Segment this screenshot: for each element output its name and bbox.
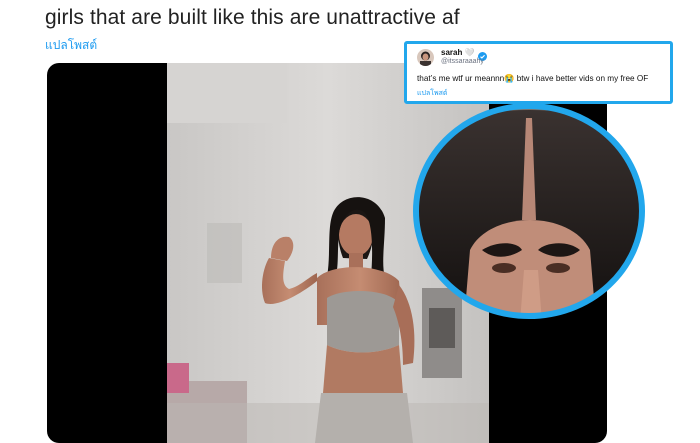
verified-badge-icon [478,48,487,61]
user-handle[interactable]: @itssaraaahy [441,58,484,65]
reply-text: that’s me wtf ur meannn😭 btw i have bett… [417,74,648,84]
zoomed-face-inset [410,100,648,322]
translate-post-link[interactable]: แปลโพสต์ [45,36,97,55]
quote-reply-card[interactable]: sarah 🤍 @itssaraaahy that’s me wtf ur me… [404,41,673,104]
translate-reply-link[interactable]: แปลโพสต์ [417,88,447,99]
display-name-emoji: 🤍 [464,48,475,57]
crying-emoji: 😭 [504,74,515,83]
reply-text-rest: btw i have better vids on my free OF [514,74,649,83]
reply-text-main: that’s me wtf ur meannn [417,74,505,83]
tweet-text: girls that are built like this are unatt… [45,6,460,29]
display-name[interactable]: sarah 🤍 [441,48,475,57]
avatar[interactable] [417,49,434,66]
display-name-text: sarah [441,48,463,57]
